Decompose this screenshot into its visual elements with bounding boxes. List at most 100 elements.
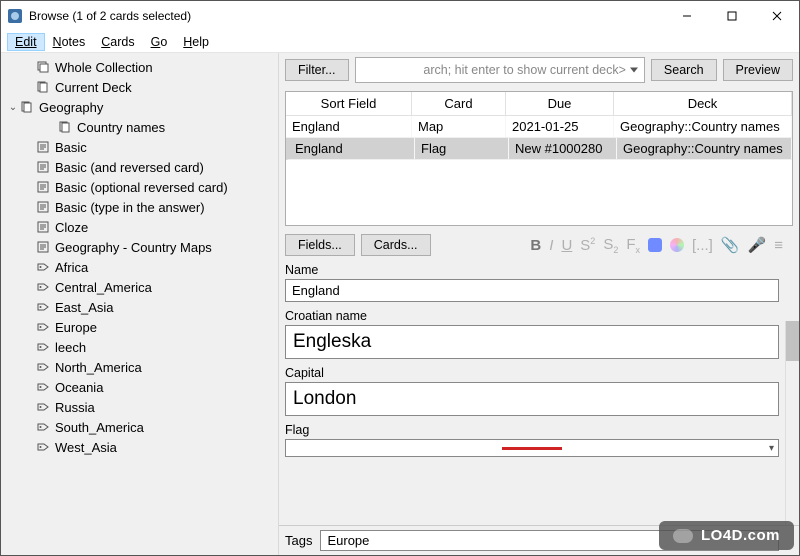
note-icon (35, 239, 51, 255)
sidebar-item[interactable]: Whole Collection (1, 57, 278, 77)
italic-icon[interactable]: I (549, 237, 553, 254)
superscript-icon[interactable]: S2 (580, 236, 595, 254)
record-icon[interactable]: 🎤 (748, 236, 767, 254)
sidebar-item[interactable]: Basic (type in the answer) (1, 197, 278, 217)
menu-edit[interactable]: Edit (7, 33, 45, 51)
search-button[interactable]: Search (651, 59, 717, 81)
table-row[interactable]: EnglandMap2021-01-25Geography::Country n… (286, 116, 792, 138)
sidebar-label: Basic (55, 140, 87, 155)
note-icon (35, 219, 51, 235)
preview-button[interactable]: Preview (723, 59, 793, 81)
sidebar-item[interactable]: North_America (1, 357, 278, 377)
col-due[interactable]: Due (506, 92, 614, 115)
maximize-button[interactable] (709, 1, 754, 31)
col-deck[interactable]: Deck (614, 92, 792, 115)
fields-button[interactable]: Fields... (285, 234, 355, 256)
tag-icon (35, 319, 51, 335)
window-controls (664, 1, 799, 31)
sidebar-item[interactable]: Geography - Country Maps (1, 237, 278, 257)
col-sortfield[interactable]: Sort Field (286, 92, 412, 115)
sidebar-item[interactable]: Africa (1, 257, 278, 277)
sidebar-item[interactable]: Cloze (1, 217, 278, 237)
sidebar-label: Basic (optional reversed card) (55, 180, 228, 195)
sidebar-label: Cloze (55, 220, 88, 235)
sidebar-item[interactable]: Current Deck (1, 77, 278, 97)
search-input[interactable]: arch; hit enter to show current deck> (355, 57, 645, 83)
fields-area: NameCroatian nameCapitalFlag (285, 260, 793, 525)
table-cell: 2021-01-25 (506, 116, 614, 137)
sidebar-item[interactable]: Basic (optional reversed card) (1, 177, 278, 197)
clear-format-icon[interactable]: Fx (626, 236, 640, 255)
field-input-capital[interactable] (285, 382, 779, 416)
sidebar-item[interactable]: South_America (1, 417, 278, 437)
more-icon[interactable]: ≡ (774, 237, 783, 254)
body: Whole Collection Current Deck ⌄ Geography Co… (1, 53, 799, 555)
sidebar-item[interactable]: Russia (1, 397, 278, 417)
cloze-icon[interactable]: [...] (692, 237, 713, 254)
flag-field[interactable] (285, 439, 779, 457)
sidebar-item[interactable]: Country names (1, 117, 278, 137)
close-button[interactable] (754, 1, 799, 31)
field-label: Flag (285, 423, 779, 437)
sidebar-item[interactable]: ⌄ Geography (1, 97, 278, 117)
table-row[interactable]: EnglandFlagNew #1000280Geography::Countr… (286, 138, 792, 160)
sidebar-item[interactable]: Central_America (1, 277, 278, 297)
subscript-icon[interactable]: S2 (603, 236, 618, 255)
table-cell: Geography::Country names (617, 138, 792, 159)
sidebar-item[interactable]: Basic (1, 137, 278, 157)
menu-notes[interactable]: Notes (45, 33, 94, 51)
deck-icon (57, 119, 73, 135)
sidebar-label: Geography (39, 100, 103, 115)
bold-icon[interactable]: B (530, 237, 541, 254)
menu-go[interactable]: Go (143, 33, 176, 51)
table-cell: England (289, 138, 415, 159)
sidebar-label: North_America (55, 360, 142, 375)
menubar: Edit Notes Cards Go Help (1, 31, 799, 53)
sidebar-label: West_Asia (55, 440, 117, 455)
col-card[interactable]: Card (412, 92, 506, 115)
sidebar-label: Current Deck (55, 80, 132, 95)
watermark: LO4D.com (659, 521, 794, 550)
sidebar-item[interactable]: Oceania (1, 377, 278, 397)
sidebar-item[interactable]: West_Asia (1, 437, 278, 457)
minimize-button[interactable] (664, 1, 709, 31)
sidebar-label: Central_America (55, 280, 152, 295)
note-icon (35, 159, 51, 175)
sidebar-label: Basic (and reversed card) (55, 160, 204, 175)
sidebar-label: Russia (55, 400, 95, 415)
underline-icon[interactable]: U (561, 237, 572, 254)
cards-button[interactable]: Cards... (361, 234, 431, 256)
sidebar-item[interactable]: leech (1, 337, 278, 357)
cards-table[interactable]: Sort Field Card Due Deck EnglandMap2021-… (285, 91, 793, 226)
tag-icon (35, 299, 51, 315)
sidebar-label: Whole Collection (55, 60, 153, 75)
tag-icon (35, 359, 51, 375)
sidebar-item[interactable]: Basic (and reversed card) (1, 157, 278, 177)
attach-icon[interactable]: 📎 (721, 236, 740, 254)
titlebar: Browse (1 of 2 cards selected) (1, 1, 799, 31)
cloud-icon (673, 529, 693, 543)
sidebar-item[interactable]: Europe (1, 317, 278, 337)
field-input-croatian-name[interactable] (285, 325, 779, 359)
sidebar[interactable]: Whole Collection Current Deck ⌄ Geography Co… (1, 53, 279, 555)
field-label: Croatian name (285, 309, 779, 323)
table-cell: Map (412, 116, 506, 137)
sidebar-label: leech (55, 340, 86, 355)
sidebar-label: Africa (55, 260, 88, 275)
tag-icon (35, 379, 51, 395)
sidebar-item[interactable]: East_Asia (1, 297, 278, 317)
field-label: Name (285, 263, 779, 277)
sidebar-label: Basic (type in the answer) (55, 200, 205, 215)
sidebar-label: Geography - Country Maps (55, 240, 212, 255)
highlight-icon[interactable] (648, 238, 662, 252)
filter-button[interactable]: Filter... (285, 59, 349, 81)
caret-icon[interactable]: ⌄ (7, 102, 19, 113)
menu-cards[interactable]: Cards (93, 33, 142, 51)
tags-label: Tags (285, 533, 312, 548)
window-title: Browse (1 of 2 cards selected) (29, 9, 664, 23)
field-input-name[interactable] (285, 279, 779, 302)
tag-icon (35, 399, 51, 415)
color-icon[interactable] (670, 238, 684, 252)
editor-scrollbar[interactable] (785, 321, 799, 525)
menu-help[interactable]: Help (175, 33, 217, 51)
